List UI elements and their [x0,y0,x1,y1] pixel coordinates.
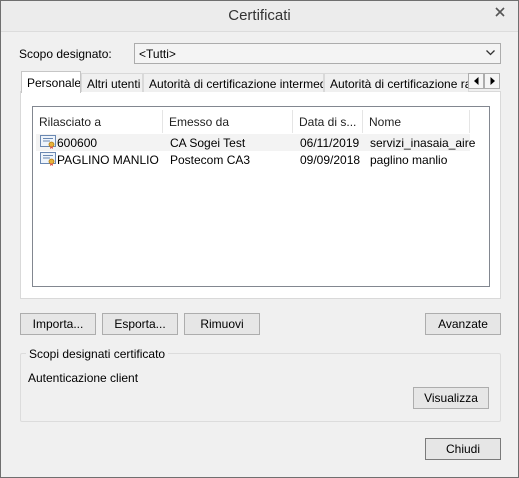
tab-intermediate-ca[interactable]: Autorità di certificazione intermedie [143,73,324,92]
cell-name: servizi_inasaia_aire [370,136,476,150]
tab-scroll-left-button[interactable] [468,73,484,89]
tab-label: Autorità di certificazione radice attend… [330,77,468,91]
scope-select[interactable]: <Tutti> [134,43,501,64]
table-row[interactable]: PAGLINO MANLIO Postecom CA3 09/09/2018 p… [36,151,470,168]
close-button[interactable]: Chiudi [425,438,501,460]
certificate-list[interactable]: Rilasciato a Emesso da Data di s... Nome… [32,106,490,287]
scope-label: Scopo designato: [19,47,112,61]
title-bar: Certificati [1,1,518,32]
cell-issued-by: Postecom CA3 [170,153,251,167]
cell-name: paglino manlio [370,153,448,167]
column-header-issued-to[interactable]: Rilasciato a [39,115,101,129]
scope-selected-value: <Tutti> [139,47,176,61]
column-header-name[interactable]: Nome [369,115,401,129]
cell-expiry-date: 06/11/2019 [300,136,360,150]
import-button[interactable]: Importa... [20,313,96,335]
column-header-issued-by[interactable]: Emesso da [169,115,229,129]
certificates-dialog: Certificati Scopo designato: <Tutti> Alt… [0,0,519,478]
column-divider[interactable] [292,110,293,133]
column-header-expiry-date[interactable]: Data di s... [299,115,356,129]
column-divider[interactable] [469,110,470,133]
close-icon [495,7,505,17]
advanced-button[interactable]: Avanzate [425,313,501,335]
table-row[interactable]: 600600 CA Sogei Test 06/11/2019 servizi_… [36,134,475,151]
cell-issued-to: 600600 [57,136,98,150]
cell-expiry-date: 09/09/2018 [300,153,361,167]
certificate-icon [40,135,56,149]
cell-issued-to: PAGLINO MANLIO [57,153,159,167]
tab-altri-utenti[interactable]: Altri utenti [81,73,143,92]
tab-personale[interactable]: Personale [21,71,81,93]
certificate-purposes-value: Autenticazione client [28,371,139,385]
tab-scroll-right-button[interactable] [484,73,500,89]
view-button[interactable]: Visualizza [413,387,489,409]
tab-label: Autorità di certificazione intermedie [149,77,324,91]
certificate-icon [40,152,56,166]
tab-label: Personale [27,76,81,90]
tab-root-ca[interactable]: Autorità di certificazione radice attend… [324,73,469,92]
chevron-down-icon [486,50,495,56]
column-divider[interactable] [162,110,163,133]
window-title: Certificati [228,7,291,24]
certificate-purposes-legend: Scopi designati certificato [26,347,169,361]
cell-issued-by: CA Sogei Test [170,136,246,150]
arrow-left-icon [473,77,478,85]
export-button[interactable]: Esporta... [102,313,178,335]
column-divider[interactable] [362,110,363,133]
tab-label: Altri utenti [87,77,141,91]
arrow-right-icon [490,77,495,85]
window-close-button[interactable] [487,2,513,22]
remove-button[interactable]: Rimuovi [184,313,260,335]
